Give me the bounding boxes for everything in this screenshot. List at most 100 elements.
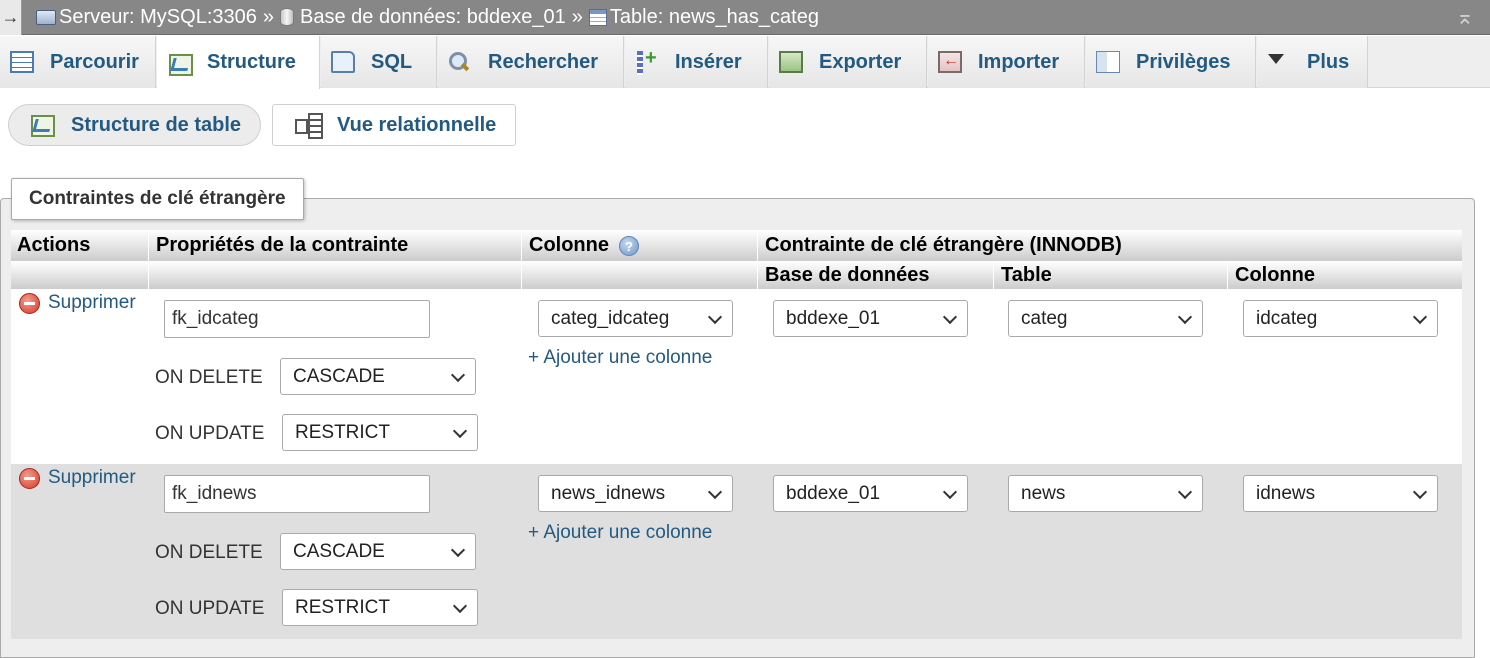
tab-label: Parcourir: [50, 50, 139, 73]
breadcrumb-database[interactable]: Base de données: bddexe_01: [300, 6, 566, 29]
column-select[interactable]: categ_idcateg: [538, 300, 733, 337]
tab-export[interactable]: Exporter: [769, 36, 927, 88]
tab-label: SQL: [371, 50, 413, 73]
on-update-label: ON UPDATE: [155, 423, 265, 444]
ref-database-value: bddexe_01: [786, 307, 881, 329]
header-database: Base de données: [759, 261, 994, 289]
tab-structure[interactable]: Structure: [157, 36, 320, 89]
subheader-empty: [150, 261, 522, 289]
chevron-down-icon: [1412, 484, 1428, 500]
breadcrumb-table[interactable]: Table: news_has_categ: [610, 6, 819, 29]
ref-table-value: news: [1021, 482, 1066, 504]
column-select[interactable]: news_idnews: [538, 475, 733, 512]
structure-icon: [167, 52, 193, 76]
sql-icon: [331, 51, 355, 73]
tab-privileges[interactable]: Privilèges: [1086, 36, 1256, 88]
chevron-down-icon: [942, 484, 958, 500]
breadcrumb-separator: »: [262, 5, 274, 28]
subtab-label: Vue relationnelle: [337, 113, 497, 136]
tab-more[interactable]: Plus: [1257, 36, 1368, 88]
ref-database-select[interactable]: bddexe_01: [773, 300, 968, 337]
on-update-value: RESTRICT: [295, 596, 390, 618]
add-column-link[interactable]: + Ajouter une colonne: [528, 347, 712, 369]
constraint-name-input[interactable]: fk_idcateg: [164, 300, 430, 338]
import-icon: [938, 51, 962, 73]
on-update-label: ON UPDATE: [155, 598, 265, 619]
delete-link[interactable]: Supprimer: [19, 467, 136, 489]
tab-label: Rechercher: [488, 50, 599, 73]
on-update-select[interactable]: RESTRICT: [282, 414, 478, 451]
delete-label: Supprimer: [48, 467, 136, 488]
tab-browse[interactable]: Parcourir: [0, 36, 156, 88]
add-column-link[interactable]: + Ajouter une colonne: [528, 522, 712, 544]
delete-label: Supprimer: [48, 292, 136, 313]
breadcrumb-server[interactable]: Serveur: MySQL:3306: [59, 6, 257, 29]
tab-label: Insérer: [675, 50, 742, 73]
tab-bar: Parcourir Structure SQL Rechercher Insér…: [0, 36, 1490, 89]
chevron-down-icon: [1177, 309, 1193, 325]
ref-table-select[interactable]: news: [1008, 475, 1203, 512]
ref-table-value: categ: [1021, 307, 1068, 329]
on-delete-value: CASCADE: [293, 365, 385, 387]
ref-column-select[interactable]: idnews: [1243, 475, 1438, 512]
chevron-down-icon: [707, 309, 723, 325]
chevron-down-icon: [450, 542, 466, 558]
tab-label: Structure: [207, 51, 296, 73]
on-delete-select[interactable]: CASCADE: [280, 533, 476, 570]
column-value: news_idnews: [551, 482, 666, 504]
ref-column-value: idnews: [1256, 482, 1316, 504]
database-icon: [280, 8, 294, 26]
chevron-down-icon: [452, 423, 468, 439]
arrow-right-icon[interactable]: →: [0, 0, 22, 35]
tab-sql[interactable]: SQL: [321, 36, 437, 88]
table-icon: [588, 8, 607, 26]
relation-icon: [295, 113, 323, 139]
fieldset-legend: Contraintes de clé étrangère: [11, 178, 304, 220]
header-ref-column: Colonne: [1235, 263, 1315, 286]
search-icon: [448, 51, 472, 73]
on-delete-value: CASCADE: [293, 540, 385, 562]
privileges-icon: [1096, 51, 1120, 73]
subheader-empty: [11, 261, 149, 289]
on-update-select[interactable]: RESTRICT: [282, 589, 478, 626]
delete-icon: [19, 292, 40, 314]
chevron-down-icon: [1177, 484, 1193, 500]
breadcrumb: Serveur: MySQL:3306 » Base de données: b…: [36, 6, 819, 29]
insert-icon: [635, 47, 659, 75]
ref-table-select[interactable]: categ: [1008, 300, 1203, 337]
table-row: Supprimer fk_idnews ON DELETE CASCADE ON…: [11, 464, 1462, 639]
on-delete-select[interactable]: CASCADE: [280, 358, 476, 395]
header-column-label: Colonne: [529, 234, 609, 256]
header-actions: Actions: [11, 230, 149, 261]
delete-link[interactable]: Supprimer: [19, 292, 136, 314]
ref-database-value: bddexe_01: [786, 482, 881, 504]
ref-column-select[interactable]: idcateg: [1243, 300, 1438, 337]
on-delete-label: ON DELETE: [155, 367, 263, 388]
server-icon: [36, 9, 56, 25]
header-table: Table: [995, 261, 1228, 289]
structure-icon: [29, 113, 55, 137]
tab-label: Privilèges: [1136, 50, 1231, 73]
ref-database-select[interactable]: bddexe_01: [773, 475, 968, 512]
subtab-label: Structure de table: [71, 113, 242, 136]
tab-search[interactable]: Rechercher: [438, 36, 624, 88]
help-icon[interactable]: ?: [619, 235, 639, 256]
tab-insert[interactable]: Insérer: [625, 36, 768, 88]
constraint-name-input[interactable]: fk_idnews: [164, 475, 430, 513]
tab-import[interactable]: Importer: [928, 36, 1085, 88]
collapse-top-icon[interactable]: ⌅: [1452, 4, 1478, 30]
chevron-down-icon: [942, 309, 958, 325]
tab-label: Importer: [978, 50, 1060, 73]
subtab-relation-view[interactable]: Vue relationnelle: [272, 104, 516, 146]
on-delete-label: ON DELETE: [155, 542, 263, 563]
subheader-empty: [523, 261, 758, 289]
table-subheader: Base de données Table Colonne: [11, 261, 1462, 289]
ref-column-value: idcateg: [1256, 307, 1318, 329]
tab-label: Plus: [1307, 50, 1350, 73]
subtab-table-structure[interactable]: Structure de table: [8, 104, 261, 146]
chevron-down-icon: [450, 367, 466, 383]
chevron-down-icon: [1412, 309, 1428, 325]
header-column: Colonne ?: [523, 230, 758, 261]
chevron-down-icon: [707, 484, 723, 500]
header-properties: Propriétés de la contrainte: [150, 230, 522, 261]
